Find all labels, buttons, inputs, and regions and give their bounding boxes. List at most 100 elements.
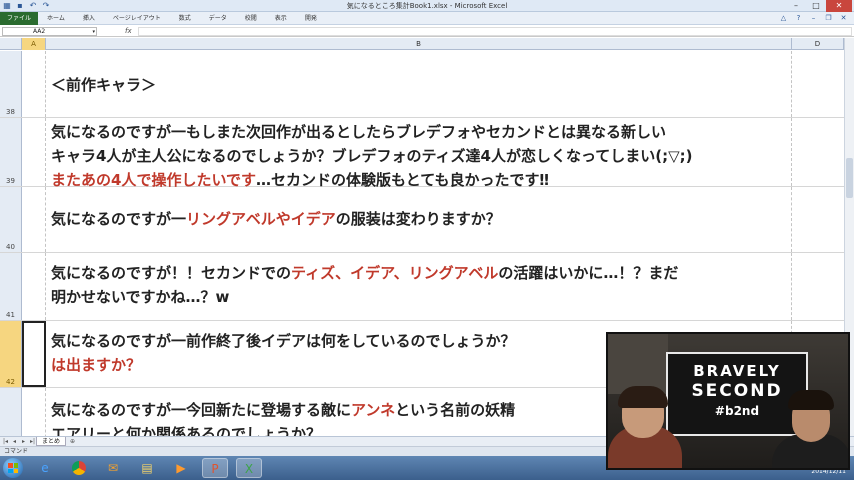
cell-text: 気になるのですが一前作終了後イデアは何をしているのでしょうか？ <box>51 332 516 350</box>
column-header-a[interactable]: A <box>22 38 46 50</box>
ribbon: ファイル ホーム 挿入 ページレイアウト 数式 データ 校閲 表示 開発 △ ?… <box>0 12 854 25</box>
logo-line-1: BRAVELY <box>693 362 781 380</box>
cell-d[interactable] <box>792 51 844 117</box>
table-row: 38 ＜前作キャラ＞ <box>0 51 844 118</box>
formula-input[interactable] <box>138 27 852 36</box>
cell-text: キャラ4人が主人公になるのでしょうか？ブレデフォのティズ達4人が恋しくなってしま… <box>51 147 693 165</box>
cell-b[interactable]: ＜前作キャラ＞ <box>46 51 792 117</box>
cell-text-line: ＜前作キャラ＞ <box>51 73 791 97</box>
cell-text: ＜前作キャラ＞ <box>51 76 157 94</box>
workbook-restore-icon[interactable]: ❐ <box>824 14 833 23</box>
cell-text: 気になるのですが一今回新たに登場する敵に <box>51 401 352 419</box>
ribbon-tabs: ファイル ホーム 挿入 ページレイアウト 数式 データ 校閲 表示 開発 <box>0 12 326 25</box>
cell-d[interactable] <box>792 253 844 320</box>
window-title: 気になるところ集計Book1.xlsx - Microsoft Excel <box>346 2 508 10</box>
table-row: 40 気になるのですが一リングアベルやイデアの服装は変わりますか？ <box>0 187 844 253</box>
cell-text: 気になるのですが一 <box>51 210 187 228</box>
cell-b[interactable]: 気になるのですが！！セカンドでのティズ、イデア、リングアベルの活躍はいかに…！？… <box>46 253 792 320</box>
sheet-tab[interactable]: まとめ <box>36 437 67 446</box>
cell-a[interactable] <box>22 388 46 436</box>
tab-formulas[interactable]: 数式 <box>170 12 200 25</box>
column-header-d[interactable]: D <box>792 38 844 50</box>
powerpoint-icon[interactable]: P <box>202 458 228 478</box>
minimize-button[interactable]: – <box>786 0 806 12</box>
cell-a[interactable] <box>22 118 46 186</box>
logo-hashtag: #b2nd <box>714 404 760 418</box>
highlighted-text: ティズ、イデア、リングアベル <box>291 264 499 282</box>
row-header[interactable]: 38 <box>0 51 22 117</box>
active-cell[interactable] <box>22 321 46 387</box>
workbook-minimize-icon[interactable]: – <box>809 14 818 23</box>
cell-text: エアリーと何か関係あるのでしょうか？ <box>51 425 322 436</box>
tab-file[interactable]: ファイル <box>0 12 39 25</box>
excel-icon[interactable]: X <box>236 458 262 478</box>
cell-text: 明かせないですかね…？w <box>51 288 230 306</box>
tab-home[interactable]: ホーム <box>38 12 74 25</box>
media-player-icon[interactable]: ▶ <box>168 458 194 478</box>
maximize-button[interactable]: □ <box>806 0 826 12</box>
row-header[interactable]: 39 <box>0 118 22 186</box>
tab-data[interactable]: データ <box>200 12 236 25</box>
row-number: 39 <box>6 177 15 185</box>
internet-explorer-icon[interactable]: e <box>32 458 58 478</box>
tab-page-layout[interactable]: ページレイアウト <box>104 12 170 25</box>
tab-developer[interactable]: 開発 <box>296 12 326 25</box>
cell-a[interactable] <box>22 187 46 252</box>
table-row: 41 気になるのですが！！セカンドでのティズ、イデア、リングアベルの活躍はいかに… <box>0 253 844 321</box>
tab-view[interactable]: 表示 <box>266 12 296 25</box>
row-header[interactable]: 42 <box>0 321 22 387</box>
cell-b[interactable]: 気になるのですが一リングアベルやイデアの服装は変わりますか？ <box>46 187 792 252</box>
title-bar: ▦ ▪ ↶ ↷ 気になるところ集計Book1.xlsx - Microsoft … <box>0 0 854 12</box>
chevron-down-icon[interactable]: ▾ <box>92 28 95 36</box>
cell-text: の服装は変わりますか？ <box>335 210 501 228</box>
ribbon-minimize-icon[interactable]: △ <box>779 14 788 23</box>
taskbar-icons: e ✉ ▤ ▶ P X <box>32 458 262 478</box>
row-header[interactable]: 41 <box>0 253 22 320</box>
cell-a[interactable] <box>22 51 46 117</box>
cell-d[interactable] <box>792 118 844 186</box>
name-box[interactable]: AA2 ▾ <box>2 27 97 36</box>
tab-insert[interactable]: 挿入 <box>74 12 104 25</box>
cell-d[interactable] <box>792 187 844 252</box>
highlighted-text: アンネ <box>351 401 396 419</box>
select-all-corner[interactable] <box>0 38 22 50</box>
insert-function-icon[interactable]: fx <box>125 26 132 37</box>
windows-start-button[interactable] <box>3 458 23 478</box>
row-number: 42 <box>6 378 15 386</box>
column-headers: A B D <box>0 38 854 50</box>
cell-text-line: 気になるのですが一もしまた次回作が出るとしたらブレデフォやセカンドとは異なる新し… <box>51 120 791 144</box>
cell-b[interactable]: 気になるのですが一もしまた次回作が出るとしたらブレデフォやセカンドとは異なる新し… <box>46 118 792 189</box>
cell-text-line: 気になるのですが！！セカンドでのティズ、イデア、リングアベルの活躍はいかに…！？… <box>51 261 791 285</box>
presenter-left-hair <box>618 386 668 408</box>
cell-a[interactable] <box>22 253 46 320</box>
shelf <box>608 334 668 394</box>
window-controls: – □ ✕ <box>786 0 852 12</box>
cell-text-line: 明かせないですかね…？w <box>51 285 791 309</box>
cell-text: という名前の妖精 <box>395 401 516 419</box>
chrome-icon[interactable] <box>66 458 92 478</box>
highlighted-text: リングアベルやイデア <box>186 210 336 228</box>
bravely-second-logo: BRAVELY SECOND #b2nd <box>666 352 808 436</box>
explorer-icon[interactable]: ▤ <box>134 458 160 478</box>
workbook-close-icon[interactable]: ✕ <box>839 14 848 23</box>
close-button[interactable]: ✕ <box>826 0 852 12</box>
tab-review[interactable]: 校閲 <box>236 12 266 25</box>
ribbon-right-controls: △ ? – ❐ ✕ <box>779 14 848 23</box>
cell-text-line: 気になるのですが一リングアベルやイデアの服装は変わりますか？ <box>51 207 791 231</box>
help-icon[interactable]: ? <box>794 14 803 23</box>
cell-text-line: キャラ4人が主人公になるのでしょうか？ブレデフォのティズ達4人が恋しくなってしま… <box>51 144 791 168</box>
table-row: 39 気になるのですが一もしまた次回作が出るとしたらブレデフォやセカンドとは異な… <box>0 118 844 189</box>
column-header-b[interactable]: B <box>46 38 792 50</box>
cell-text: の活躍はいかに…！？まだ <box>498 264 679 282</box>
webcam-overlay: BRAVELY SECOND #b2nd <box>606 332 850 470</box>
scrollbar-thumb[interactable] <box>846 158 853 198</box>
logo-line-2: SECOND <box>691 381 783 401</box>
formula-bar: AA2 ▾ fx <box>0 26 854 37</box>
row-number: 40 <box>6 243 15 251</box>
row-header[interactable]: 40 <box>0 187 22 252</box>
outlook-icon[interactable]: ✉ <box>100 458 126 478</box>
highlighted-text: は出ますか？ <box>51 356 142 374</box>
row-header[interactable] <box>0 388 22 436</box>
row-number: 38 <box>6 108 15 116</box>
presenter-right-hair <box>788 390 834 410</box>
